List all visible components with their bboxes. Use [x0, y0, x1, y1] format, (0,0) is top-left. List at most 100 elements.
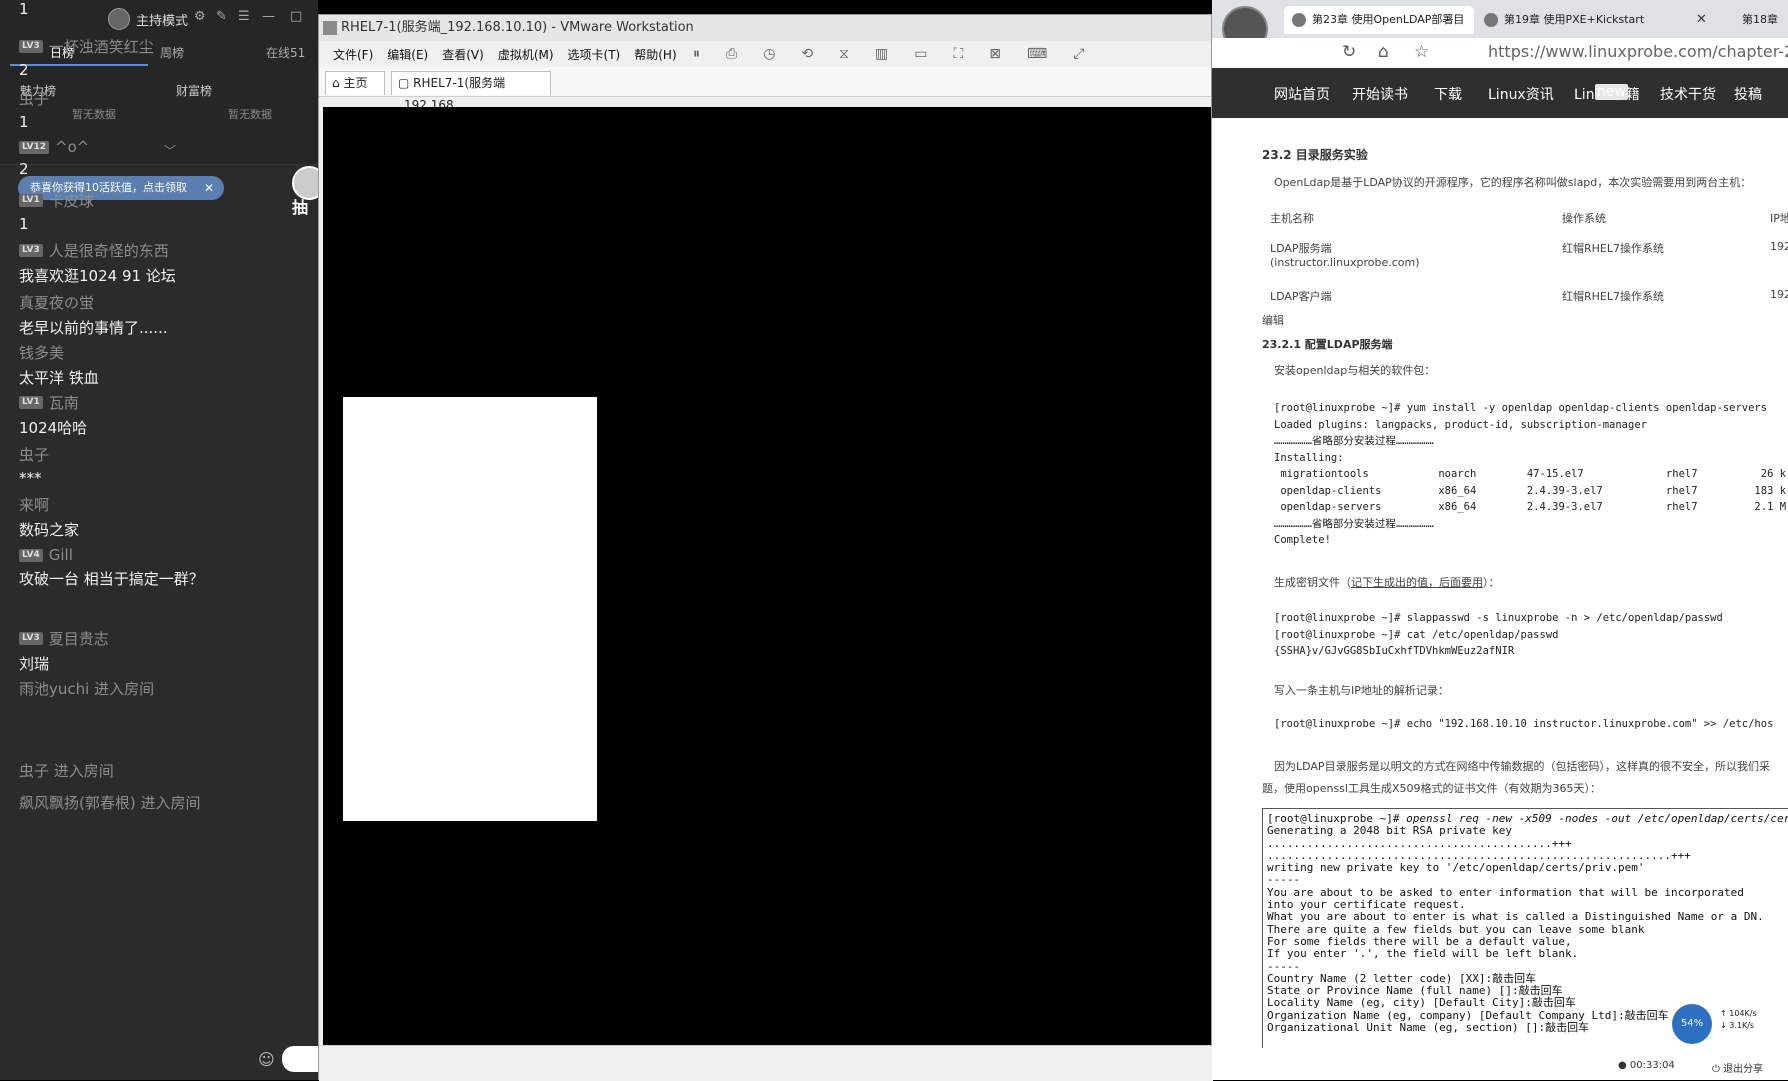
gen-key-prefix: 生成密钥文件（: [1274, 576, 1351, 589]
chat-user[interactable]: LV3 夏目贵志: [19, 628, 309, 649]
code-line: Complete!: [1274, 534, 1331, 546]
table-cell: LDAP服务端: [1270, 242, 1332, 255]
upload-speed: 104K/s: [1729, 1009, 1757, 1018]
vm-console[interactable]: [323, 107, 1211, 1045]
code-lines: [root@linuxprobe ~]# slappasswd -s linux…: [1274, 610, 1723, 660]
chat-text: 太平洋 铁血: [19, 369, 99, 387]
menu-tabs[interactable]: 选项卡(T): [568, 46, 621, 63]
chat-user[interactable]: 真夏夜の蛍: [19, 292, 309, 313]
browser-window: 第23章 使用OpenLDAP部署目 第19章 使用PXE+Kickstart无…: [1212, 0, 1788, 1080]
nav-home[interactable]: 网站首页: [1274, 84, 1330, 104]
send-keys-icon[interactable]: ⎙: [726, 46, 737, 62]
level-badge: LV12: [19, 140, 49, 154]
fullscreen-icon[interactable]: ⛶: [953, 46, 963, 62]
pause-icon[interactable]: ⏸: [693, 46, 700, 62]
table-header-ip: IP地: [1770, 212, 1788, 225]
chat-user[interactable]: 虫子: [19, 444, 309, 465]
terminal-line: -----: [1267, 873, 1301, 887]
console-view-icon[interactable]: ▭: [914, 46, 927, 62]
table-header-host: 主机名称: [1270, 212, 1314, 225]
level-badge: LV3: [19, 244, 43, 257]
browser-tab-1[interactable]: 第23章 使用OpenLDAP部署目: [1284, 6, 1474, 34]
home-icon: ⌂: [332, 76, 344, 90]
gen-key-link[interactable]: 记下生成出的值，后面要用: [1351, 576, 1483, 589]
chat-user[interactable]: LV4 Gill: [19, 546, 309, 564]
home-icon[interactable]: ⌂: [1378, 42, 1389, 62]
nav-tech[interactable]: 技术干货: [1660, 84, 1716, 104]
menu-help[interactable]: 帮助(H): [634, 46, 676, 63]
sidebar-toggle-icon[interactable]: ▥: [875, 46, 888, 62]
snapshot-icon[interactable]: ◷: [763, 46, 775, 62]
nav-start-reading[interactable]: 开始读书: [1352, 84, 1408, 104]
menu-edit[interactable]: 编辑(E): [387, 46, 428, 63]
chat-user[interactable]: LV12 ^o^: [19, 138, 309, 156]
tab-favicon: [1292, 13, 1306, 27]
code-hosts: [root@linuxprobe ~]# echo "192.168.10.10…: [1274, 718, 1774, 730]
chat-text: 2: [19, 61, 29, 79]
chat-username: 真夏夜の蛍: [19, 294, 95, 312]
stretch-icon[interactable]: ⤢: [1073, 46, 1084, 62]
url-field[interactable]: https://www.linuxprobe.com/chapter-23.ht…: [1488, 42, 1788, 61]
new-badge: new: [1595, 84, 1628, 100]
chat-message: 钱多美 太平洋 铁血: [19, 342, 309, 388]
chat-user[interactable]: 钱多美: [19, 342, 309, 363]
chat-message: 虫子 1: [19, 88, 309, 131]
chat-user[interactable]: LV1 卡皮球: [19, 190, 309, 211]
hosts-text: 写入一条主机与IP地址的解析记录：: [1274, 684, 1449, 697]
code-line: migrationtools noarch 47-15.el7 rhel7 26…: [1274, 468, 1787, 480]
chat-user[interactable]: 来啊: [19, 494, 309, 515]
ssl-paragraph-1: 因为LDAP目录服务是以明文的方式在网络中传输数据的（包括密码），这样真的很不安…: [1274, 760, 1771, 773]
tab-vm[interactable]: ▢ RHEL7-1(服务端_192.168....: [391, 71, 551, 112]
chat-username: 人是很奇怪的东西: [48, 242, 169, 260]
browser-tab-2[interactable]: 第19章 使用PXE+Kickstart无人: [1476, 6, 1646, 54]
chat-user[interactable]: LV1 瓦南: [19, 392, 309, 413]
code-line: ………………省略部分安装过程………………: [1274, 517, 1434, 530]
nav-linux-news[interactable]: Linux资讯: [1488, 84, 1554, 104]
chat-username: 虫子: [19, 90, 50, 108]
chat-text: 1: [19, 0, 29, 18]
code-block-install: [root@linuxprobe ~]# yum install -y open…: [1274, 400, 1786, 549]
unity-icon[interactable]: ⊠: [989, 46, 1001, 62]
emoji-icon[interactable]: ☺: [258, 1050, 275, 1069]
code-line: [root@linuxprobe ~]# slappasswd -s linux…: [1274, 612, 1723, 624]
code-line: {SSHA}v/GJvGG8SbIuCxhfTDVhkmWEuz2afNIR: [1274, 645, 1515, 657]
browser-tab-3[interactable]: 第18章: [1722, 6, 1788, 34]
exit-share-button[interactable]: ⏻ 退出分享: [1712, 1060, 1763, 1075]
terminal-prompt: [root@linuxprobe ~]#: [1267, 812, 1407, 825]
vmware-window: RHEL7-1(服务端_192.168.10.10) - VMware Work…: [318, 14, 1213, 1081]
terminal-line: writing new private key to '/etc/openlda…: [1267, 861, 1645, 875]
bookmark-star-icon[interactable]: ☆: [1414, 42, 1429, 62]
menu-vm[interactable]: 虚拟机(M): [498, 46, 554, 63]
tab-favicon: [1484, 13, 1498, 27]
chat-input[interactable]: [282, 1046, 318, 1072]
revert-snapshot-icon[interactable]: ⟲: [801, 46, 813, 62]
gen-key-text: 生成密钥文件（记下生成出的值，后面要用）：: [1274, 574, 1500, 590]
network-progress-badge[interactable]: 54%: [1672, 1004, 1712, 1044]
table-header-os: 操作系统: [1562, 212, 1606, 225]
menu-view[interactable]: 查看(V): [442, 46, 484, 63]
chat-text: 1024哈哈: [19, 419, 88, 437]
chat-user[interactable]: LV3 一杯浊酒笑红尘: [19, 36, 309, 57]
chat-user[interactable]: LV3 人是很奇怪的东西: [19, 240, 309, 261]
code-line: openldap-clients x86_64 2.4.39-3.el7 rhe…: [1274, 484, 1787, 497]
nav-download[interactable]: 下载: [1434, 84, 1462, 104]
snapshot-manager-icon[interactable]: ⧖: [839, 46, 849, 62]
chat-text: 1: [19, 215, 29, 233]
reload-icon[interactable]: ↻: [1342, 42, 1356, 62]
chat-user[interactable]: 虫子: [19, 88, 309, 109]
install-text: 安装openldap与相关的软件包：: [1274, 364, 1436, 377]
nav-submit[interactable]: 投稿: [1734, 84, 1762, 104]
chat-message: LV3 夏目贵志 刘瑞: [19, 628, 309, 674]
network-speed: ↑ 104K/s ↓ 3.1K/s: [1720, 1009, 1757, 1030]
enter-room-event: 虫子 进入房间: [19, 762, 114, 780]
code-lines: [root@linuxprobe ~]# yum install -y open…: [1274, 400, 1786, 549]
menu-file[interactable]: 文件(F): [333, 46, 373, 63]
terminal-icon[interactable]: ⌨: [1027, 46, 1047, 62]
toolbar: ⏸ ⎙ ◷ ⟲ ⧖ ▥ ▭ ⛶ ⊠ ⌨ ⤢: [679, 41, 1084, 67]
table-cell: LDAP客户端: [1270, 290, 1332, 303]
enter-room-event: 雨池yuchi 进入房间: [19, 680, 155, 698]
tab-home[interactable]: ⌂ 主页: [325, 71, 385, 95]
close-icon[interactable]: ✕: [1696, 6, 1707, 34]
table-cell: (instructor.linuxprobe.com): [1270, 256, 1420, 269]
edit-link[interactable]: 编辑: [1262, 312, 1284, 328]
